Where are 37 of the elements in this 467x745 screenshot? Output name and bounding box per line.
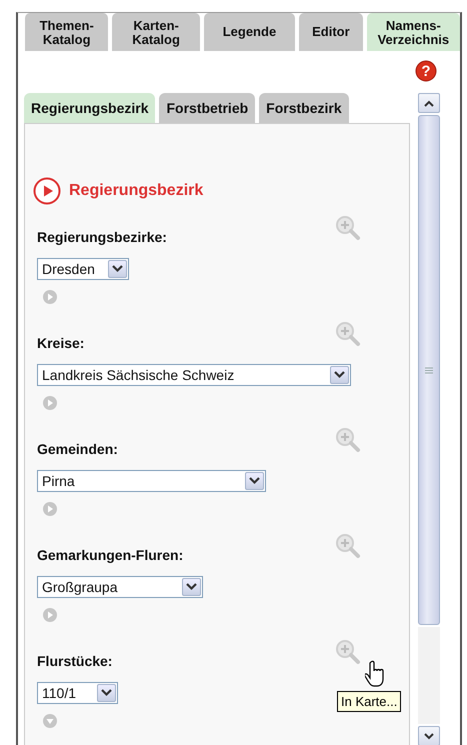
zoom-in-icon[interactable] — [335, 533, 361, 559]
help-icon[interactable]: ? — [415, 60, 437, 82]
field-label: Gemarkungen-Fluren: — [37, 546, 184, 565]
tab[interactable]: Forstbetrieb — [159, 93, 256, 123]
tab[interactable]: Themen- Katalog — [25, 13, 108, 51]
tab[interactable]: Karten- Katalog — [112, 13, 200, 51]
scrollbar-thumb[interactable] — [418, 115, 440, 625]
field-label: Kreise: — [37, 334, 84, 353]
chevron-down-icon — [101, 689, 112, 697]
tooltip: In Karte... — [337, 691, 402, 712]
chevron-down-icon — [112, 265, 123, 273]
field-label: Gemeinden: — [37, 440, 118, 459]
dropdown[interactable]: 110/1 — [37, 682, 118, 704]
chevron-down-icon — [249, 477, 260, 485]
chevron-down-icon — [186, 583, 197, 591]
zoom-in-icon[interactable] — [335, 215, 361, 241]
dropdown[interactable]: Pirna — [37, 470, 266, 492]
field-label: Flurstücke: — [37, 652, 112, 671]
tab[interactable]: Editor — [299, 13, 363, 51]
zoom-in-icon[interactable] — [335, 427, 361, 453]
zoom-in-icon[interactable] — [335, 321, 361, 347]
dropdown[interactable]: Dresden — [37, 258, 129, 280]
dropdown[interactable]: Landkreis Sächsische Schweiz — [37, 364, 351, 386]
tab[interactable]: Namens- Verzeichnis — [366, 13, 460, 51]
play-circle-icon — [33, 177, 61, 205]
chevron-down-icon — [424, 732, 434, 740]
tab[interactable]: Legende — [204, 13, 296, 51]
dropdown[interactable]: Großgraupa — [37, 576, 203, 598]
scroll-up-button[interactable] — [418, 93, 440, 113]
section-heading: Regierungsbezirk — [69, 182, 204, 200]
scroll-down-button[interactable] — [418, 726, 440, 745]
field-label: Regierungsbezirke: — [37, 228, 167, 247]
tab[interactable]: Forstbezirk — [259, 93, 349, 123]
chevron-up-icon — [424, 100, 434, 106]
tab[interactable]: Regierungsbezirk — [24, 93, 156, 123]
chevron-down-icon — [334, 371, 345, 379]
zoom-in-icon[interactable] — [335, 639, 361, 665]
